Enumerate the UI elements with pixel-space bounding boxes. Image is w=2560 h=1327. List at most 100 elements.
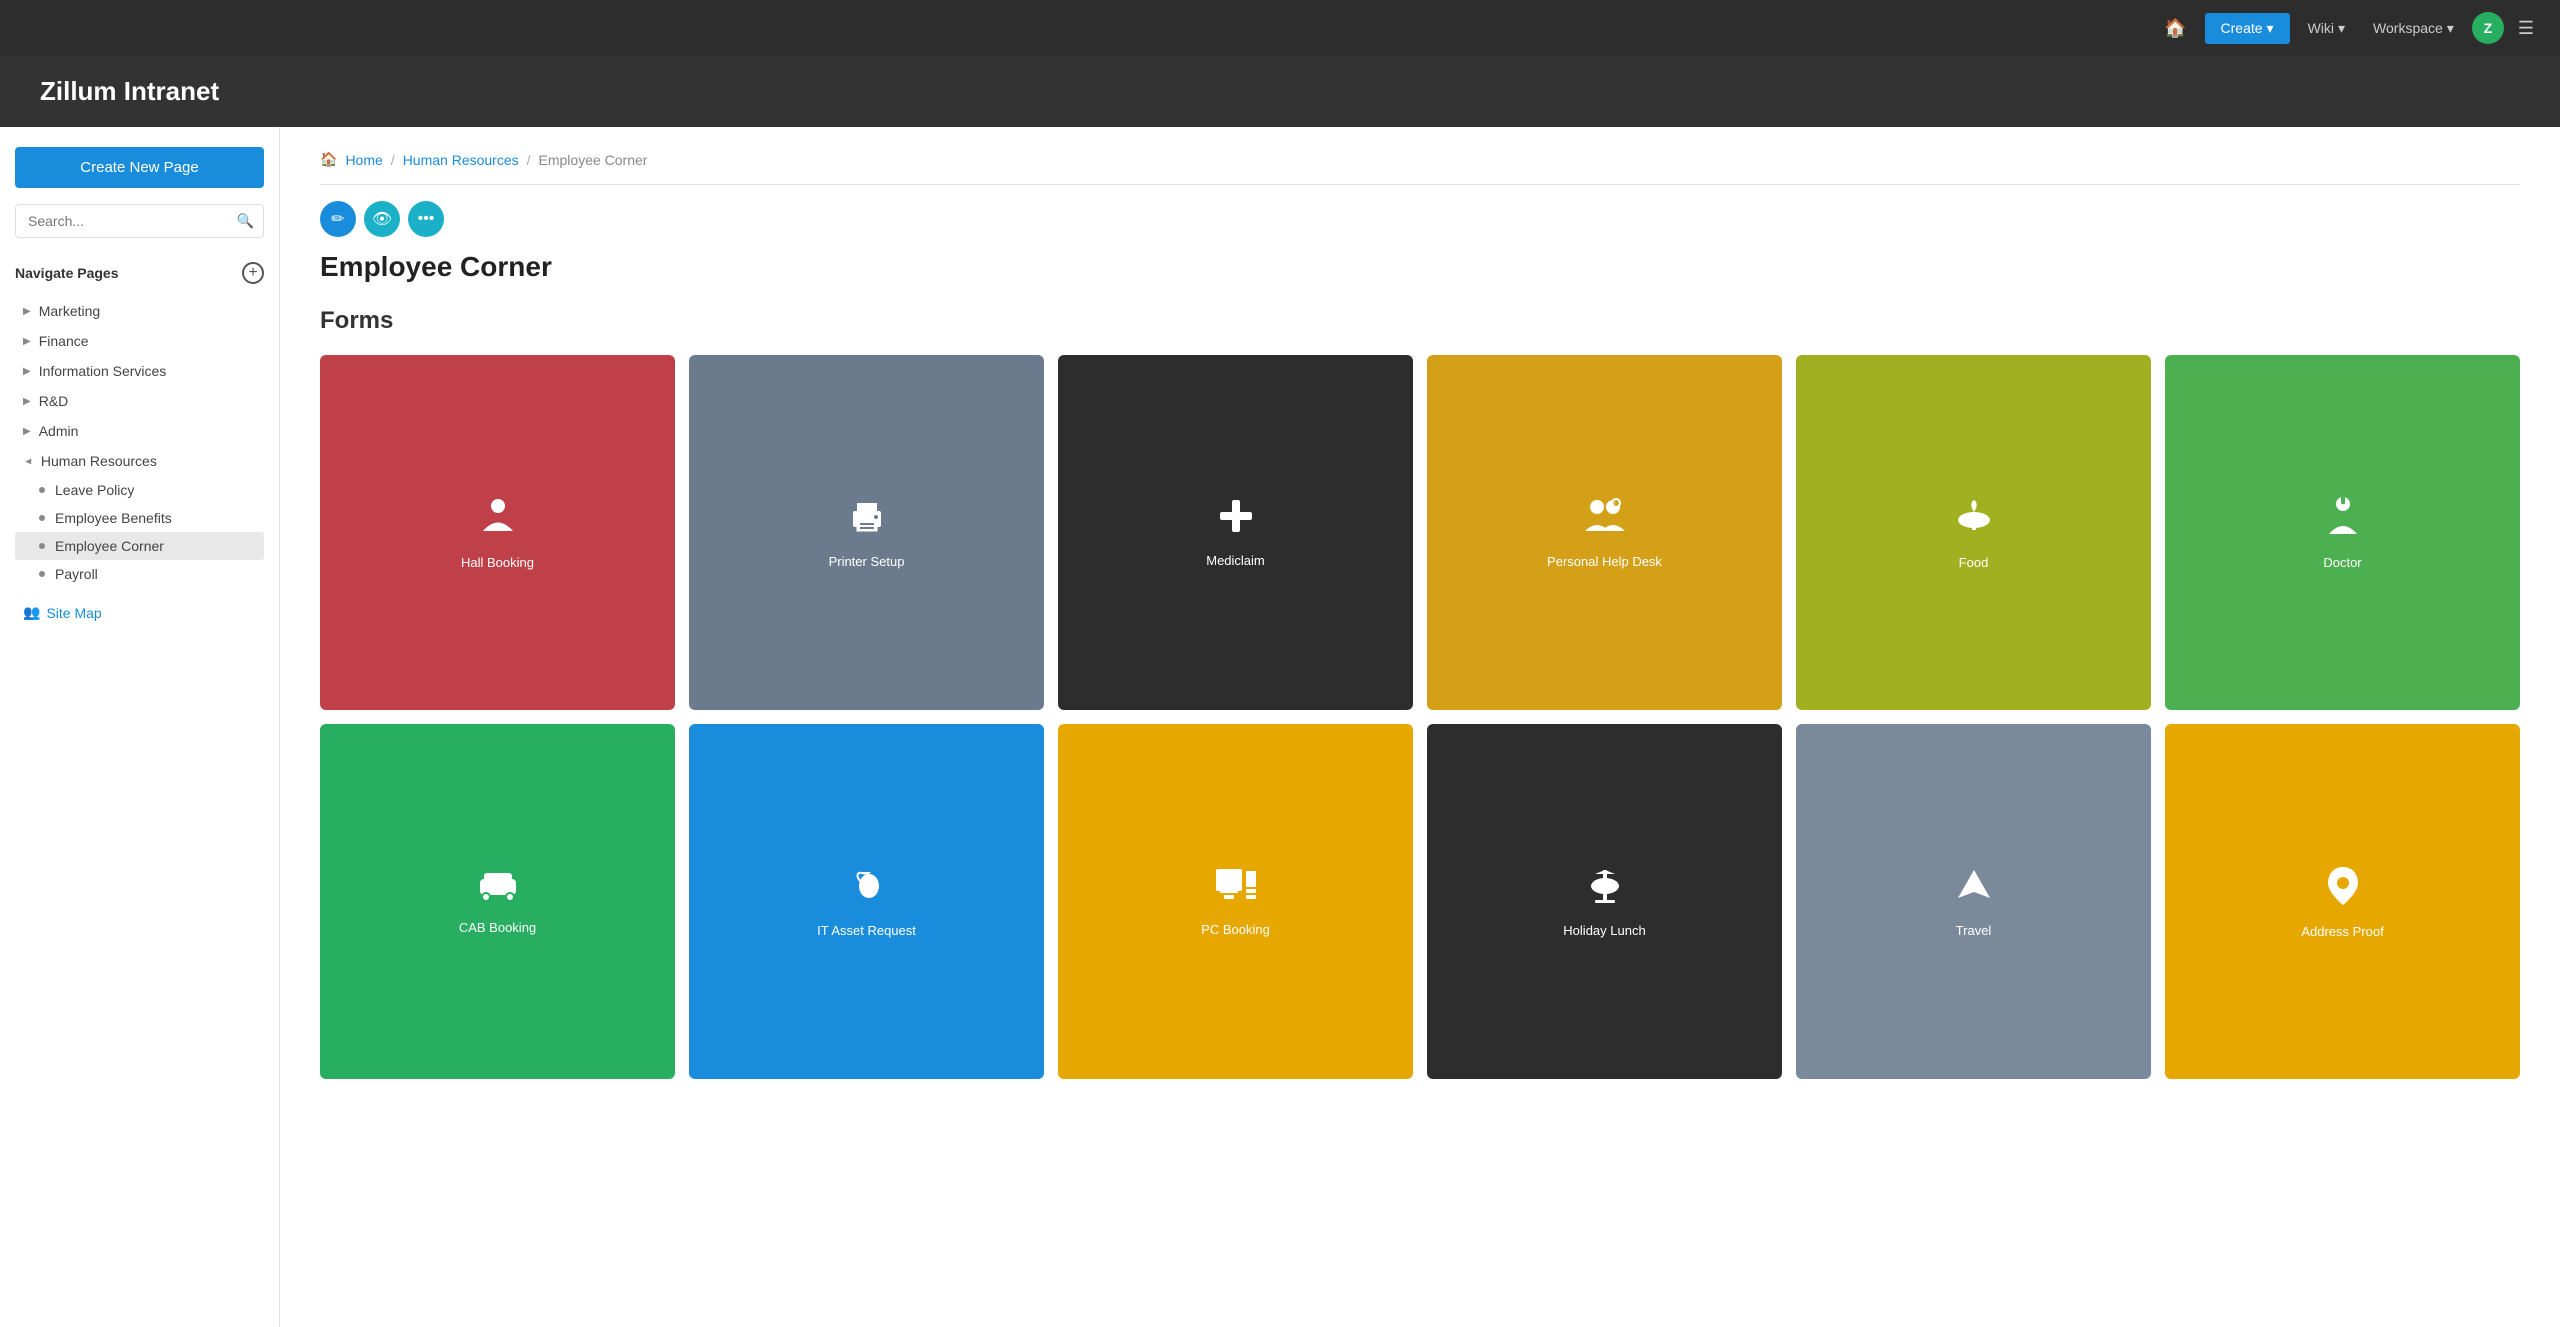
doctor-icon [2325, 496, 2361, 545]
breadcrumb-separator: / [527, 152, 531, 168]
sidebar-item-label: Human Resources [41, 453, 157, 469]
helpdesk-icon: ! [1583, 497, 1627, 544]
sidebar-subitem-employee-benefits[interactable]: Employee Benefits [15, 504, 264, 532]
app-title: Zillum Intranet [40, 76, 2520, 107]
form-card-mediclaim[interactable]: Mediclaim [1058, 355, 1413, 710]
sidebar-item-marketing[interactable]: ▶ Marketing [15, 296, 264, 326]
page-title: Employee Corner [320, 251, 2520, 283]
breadcrumb: 🏠 Home / Human Resources / Employee Corn… [320, 151, 2520, 168]
arrow-icon: ▶ [23, 426, 31, 437]
form-card-label: Food [1959, 555, 1989, 570]
sidebar: Create New Page 🔍 Navigate Pages + ▶ Mar… [0, 127, 280, 1327]
arrow-icon: ▶ [23, 306, 31, 317]
printer-setup-icon [847, 497, 887, 544]
sidebar-subitem-payroll[interactable]: Payroll [15, 560, 264, 588]
form-card-label: Travel [1956, 923, 1992, 938]
form-card-label: Address Proof [2301, 924, 2383, 939]
forms-section-title: Forms [320, 307, 2520, 335]
address-proof-icon [2324, 865, 2362, 914]
hamburger-menu-icon[interactable]: ☰ [2512, 12, 2540, 45]
search-container: 🔍 [15, 204, 264, 238]
breadcrumb-separator: / [391, 152, 395, 168]
form-card-it-asset-request[interactable]: IT Asset Request [689, 724, 1044, 1079]
it-asset-icon [847, 866, 887, 913]
edit-button[interactable]: ✏ [320, 201, 356, 237]
sidebar-item-label: R&D [39, 393, 69, 409]
form-card-food[interactable]: Food [1796, 355, 2151, 710]
add-page-icon[interactable]: + [242, 262, 264, 284]
user-avatar[interactable]: Z [2472, 12, 2504, 44]
create-button[interactable]: Create ▾ [2205, 13, 2290, 44]
arrow-icon: ▶ [23, 396, 31, 407]
form-card-label: IT Asset Request [817, 923, 916, 938]
travel-icon [1954, 866, 1994, 913]
sidebar-subitem-leave-policy[interactable]: Leave Policy [15, 476, 264, 504]
cab-booking-icon [476, 868, 520, 910]
sidebar-item-finance[interactable]: ▶ Finance [15, 326, 264, 356]
svg-text:!: ! [1613, 500, 1615, 509]
form-card-hall-booking[interactable]: Hall Booking [320, 355, 675, 710]
app-header: Zillum Intranet [0, 56, 2560, 127]
breadcrumb-parent-link[interactable]: Human Resources [403, 152, 519, 168]
workspace-button[interactable]: Workspace ▾ [2363, 13, 2464, 44]
sidebar-item-rd[interactable]: ▶ R&D [15, 386, 264, 416]
holiday-lunch-icon [1587, 866, 1623, 913]
workspace-label: Workspace [2373, 20, 2443, 36]
expand-arrow-icon: ▼ [22, 456, 33, 466]
action-icons-bar: ✏ 👁 ••• [320, 201, 2520, 237]
wiki-dropdown-icon: ▾ [2338, 20, 2345, 37]
sidebar-subitem-label: Payroll [55, 566, 98, 582]
form-card-travel[interactable]: Travel [1796, 724, 2151, 1079]
site-map-label: Site Map [46, 605, 101, 621]
form-card-holiday-lunch[interactable]: Holiday Lunch [1427, 724, 1782, 1079]
breadcrumb-home-link[interactable]: Home [345, 152, 382, 168]
form-card-label: PC Booking [1201, 922, 1270, 937]
sidebar-subitem-label: Employee Benefits [55, 510, 172, 526]
sidebar-item-label: Marketing [39, 303, 100, 319]
arrow-icon: ▶ [23, 366, 31, 377]
create-label: Create [2221, 20, 2263, 36]
sidebar-item-label: Information Services [39, 363, 167, 379]
form-card-pc-booking[interactable]: PC Booking [1058, 724, 1413, 1079]
form-card-label: Printer Setup [829, 554, 905, 569]
sidebar-item-human-resources[interactable]: ▼ Human Resources [15, 446, 264, 476]
form-card-personal-help-desk[interactable]: ! Personal Help Desk [1427, 355, 1782, 710]
sidebar-subitem-label: Leave Policy [55, 482, 134, 498]
main-content: 🏠 Home / Human Resources / Employee Corn… [280, 127, 2560, 1327]
form-card-label: Hall Booking [461, 555, 534, 570]
site-map-icon: 👥 [23, 604, 40, 621]
form-card-label: Doctor [2323, 555, 2361, 570]
mediclaim-icon [1218, 498, 1254, 543]
sidebar-item-admin[interactable]: ▶ Admin [15, 416, 264, 446]
sidebar-subitem-label: Employee Corner [55, 538, 164, 554]
search-input[interactable] [15, 204, 264, 238]
form-card-address-proof[interactable]: Address Proof [2165, 724, 2520, 1079]
home-button[interactable]: 🏠 [2154, 12, 2196, 45]
wiki-button[interactable]: Wiki ▾ [2298, 13, 2355, 44]
top-navigation: 🏠 Create ▾ Wiki ▾ Workspace ▾ Z ☰ [0, 0, 2560, 56]
search-icon: 🔍 [237, 213, 254, 230]
bullet-icon [39, 515, 45, 521]
form-card-printer-setup[interactable]: Printer Setup [689, 355, 1044, 710]
form-card-doctor[interactable]: Doctor [2165, 355, 2520, 710]
view-button[interactable]: 👁 [364, 201, 400, 237]
form-card-label: Holiday Lunch [1563, 923, 1645, 938]
forms-grid-row1: Hall Booking Printer Setup [320, 355, 2520, 710]
main-layout: Create New Page 🔍 Navigate Pages + ▶ Mar… [0, 127, 2560, 1327]
wiki-label: Wiki [2308, 20, 2334, 36]
create-page-button[interactable]: Create New Page [15, 147, 264, 188]
sidebar-item-information-services[interactable]: ▶ Information Services [15, 356, 264, 386]
site-map-link[interactable]: 👥 Site Map [15, 596, 264, 629]
sidebar-item-label: Finance [39, 333, 89, 349]
sidebar-subitem-employee-corner[interactable]: Employee Corner [15, 532, 264, 560]
form-card-cab-booking[interactable]: CAB Booking [320, 724, 675, 1079]
forms-grid-row2: CAB Booking IT Asset Request [320, 724, 2520, 1079]
workspace-dropdown-icon: ▾ [2447, 20, 2454, 37]
food-icon [1954, 496, 1994, 545]
bullet-icon [39, 571, 45, 577]
form-card-label: Mediclaim [1206, 553, 1265, 568]
breadcrumb-divider [320, 184, 2520, 185]
more-options-button[interactable]: ••• [408, 201, 444, 237]
dropdown-arrow-icon: ▾ [2267, 20, 2274, 37]
pc-booking-icon [1214, 867, 1258, 912]
